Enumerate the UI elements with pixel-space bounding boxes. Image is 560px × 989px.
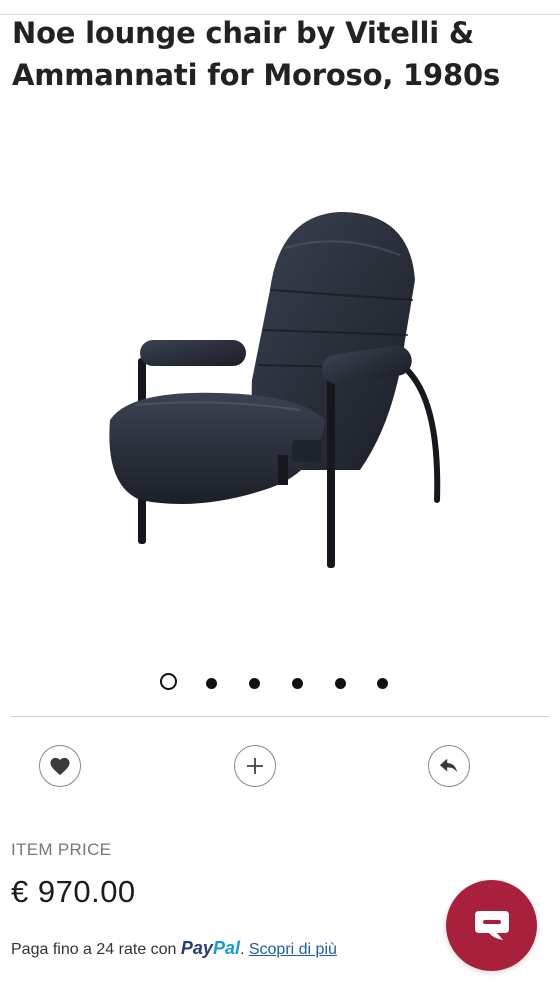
chat-bubble-icon: [474, 910, 509, 940]
product-image[interactable]: [95, 200, 455, 580]
plus-icon: [247, 758, 263, 774]
share-button[interactable]: [428, 745, 470, 787]
favorite-button[interactable]: [39, 745, 81, 787]
paypal-installments: Paga fino a 24 rate con PayPal. Scopri d…: [11, 938, 337, 959]
product-title-line-2: Ammannati for Moroso, 1980s: [12, 58, 501, 92]
gallery-dot-2[interactable]: [206, 678, 217, 689]
gallery-pagination: [0, 672, 560, 694]
gallery-dot-4[interactable]: [292, 678, 303, 689]
product-title-line-1: Noe lounge chair by Vitelli &: [12, 16, 474, 50]
add-button[interactable]: [234, 745, 276, 787]
gallery-dot-1[interactable]: [160, 673, 177, 690]
paypal-separator: .: [239, 941, 249, 958]
product-image-gallery[interactable]: [0, 160, 560, 660]
paypal-logo-pal: Pal: [212, 938, 240, 958]
section-divider: [11, 716, 549, 717]
paypal-learn-more-link[interactable]: Scopri di più: [249, 941, 337, 958]
chat-button[interactable]: [446, 880, 537, 971]
heart-icon: [50, 757, 70, 776]
share-arrow-icon: [439, 758, 458, 773]
gallery-dot-5[interactable]: [335, 678, 346, 689]
product-title: Noe lounge chair by Vitelli & Ammannati …: [12, 12, 548, 96]
gallery-dot-3[interactable]: [249, 678, 260, 689]
item-price-label: ITEM PRICE: [11, 840, 112, 859]
paypal-installment-text: Paga fino a 24 rate con: [11, 941, 181, 958]
paypal-logo-pay: Pay: [180, 938, 213, 958]
gallery-dot-6[interactable]: [377, 678, 388, 689]
paypal-logo: PayPal: [181, 938, 240, 958]
item-price-value: € 970.00: [11, 874, 136, 909]
